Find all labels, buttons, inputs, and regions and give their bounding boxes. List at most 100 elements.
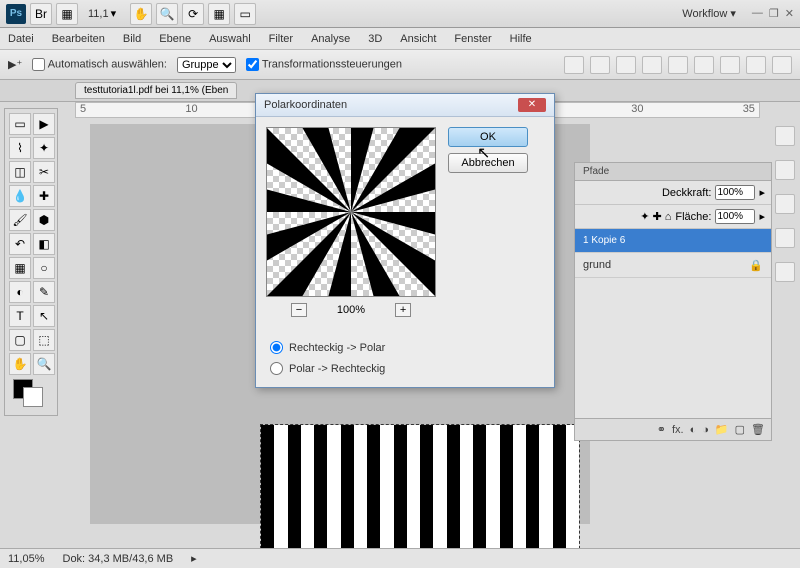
status-zoom[interactable]: 11,05% <box>8 553 45 565</box>
align-icon[interactable] <box>564 56 584 74</box>
trash-icon[interactable]: 🗑 <box>751 423 765 436</box>
screen-mode-icon[interactable]: ▭ <box>234 3 256 25</box>
marquee-tool[interactable]: ▭ <box>9 113 31 135</box>
eyedropper-tool[interactable]: 💧 <box>9 185 31 207</box>
menu-bearbeiten[interactable]: Bearbeiten <box>52 33 105 45</box>
layer-item-selected[interactable]: 1 Kopie 6 <box>575 229 771 253</box>
menu-hilfe[interactable]: Hilfe <box>510 33 532 45</box>
dialog-title-text: Polarkoordinaten <box>264 99 347 111</box>
close-icon[interactable]: ✕ <box>785 7 794 20</box>
photoshop-app-icon[interactable]: Ps <box>6 4 26 24</box>
menu-filter[interactable]: Filter <box>269 33 293 45</box>
menubar: Datei Bearbeiten Bild Ebene Auswahl Filt… <box>0 28 800 50</box>
align-icon[interactable] <box>590 56 610 74</box>
zoom-out-button[interactable]: − <box>291 303 307 317</box>
panel-footer: ⚭ fx. ◐ ◑ 📁 ▢ 🗑 <box>575 418 771 440</box>
zoom-tool[interactable]: 🔍 <box>33 353 55 375</box>
bridge-button[interactable]: Br <box>30 3 52 25</box>
titlebar: Ps Br ▦ 11,1 ▾ ✋ 🔍 ⟳ ▦ ▭ Workflow ▾ — ❐ … <box>0 0 800 28</box>
fx-icon[interactable]: fx. <box>672 424 684 436</box>
lasso-tool[interactable]: ⌇ <box>9 137 31 159</box>
heal-tool[interactable]: ✚ <box>33 185 55 207</box>
layers-panel: Pfade Deckkraft: ▸ ✦ ✚ ⌂ Fläche: ▸ 1 Kop… <box>574 162 772 441</box>
menu-analyse[interactable]: Analyse <box>311 33 350 45</box>
ok-button[interactable]: OK <box>448 127 528 147</box>
folder-icon[interactable]: 📁 <box>715 423 729 436</box>
cancel-button[interactable]: Abbrechen <box>448 153 528 173</box>
align-icon[interactable] <box>694 56 714 74</box>
panel-icon[interactable] <box>775 262 795 282</box>
radio-rect-to-polar[interactable]: Rechteckig -> Polar <box>270 341 540 354</box>
align-buttons <box>564 56 792 74</box>
move-tool[interactable]: ▶ <box>33 113 55 135</box>
crop-tool[interactable]: ◫ <box>9 161 31 183</box>
collapsed-panels <box>775 126 797 282</box>
menu-fenster[interactable]: Fenster <box>454 33 491 45</box>
path-tool[interactable]: ↖ <box>33 305 55 327</box>
transform-checkbox[interactable]: Transformationssteuerungen <box>246 58 402 71</box>
rotate-icon[interactable]: ⟳ <box>182 3 204 25</box>
dialog-close-icon[interactable]: ✕ <box>518 98 546 112</box>
menu-bild[interactable]: Bild <box>123 33 141 45</box>
auto-select-dropdown[interactable]: Gruppe <box>177 57 236 73</box>
type-tool[interactable]: T <box>9 305 31 327</box>
hand-tool[interactable]: ✋ <box>9 353 31 375</box>
panel-icon[interactable] <box>775 228 795 248</box>
stamp-tool[interactable]: ⬢ <box>33 209 55 231</box>
align-icon[interactable] <box>668 56 688 74</box>
panel-icon[interactable] <box>775 126 795 146</box>
brush-tool[interactable]: 🖌 <box>9 209 31 231</box>
layer-item[interactable]: grund🔒 <box>575 253 771 278</box>
menu-ebene[interactable]: Ebene <box>159 33 191 45</box>
tab-paths[interactable]: Pfade <box>575 163 617 180</box>
new-icon[interactable]: ▢ <box>735 423 745 436</box>
shape-tool[interactable]: ▢ <box>9 329 31 351</box>
dialog-titlebar[interactable]: Polarkoordinaten ✕ <box>256 94 554 117</box>
filter-preview[interactable] <box>266 127 436 297</box>
link-icon[interactable]: ⚭ <box>657 423 666 436</box>
toolbox: ▭▶ ⌇✦ ◫✂ 💧✚ 🖌⬢ ↶◧ ▦○ ◐✎ T↖ ▢⬚ ✋🔍 <box>4 108 58 416</box>
preview-zoom: 100% <box>337 304 365 316</box>
restore-icon[interactable]: ❐ <box>769 7 779 20</box>
menu-3d[interactable]: 3D <box>368 33 382 45</box>
fill-input[interactable] <box>715 209 755 224</box>
adjust-icon[interactable]: ◑ <box>702 424 709 436</box>
menu-ansicht[interactable]: Ansicht <box>400 33 436 45</box>
statusbar: 11,05% Dok: 34,3 MB/43,6 MB ▸ <box>0 548 800 568</box>
blur-tool[interactable]: ○ <box>33 257 55 279</box>
align-icon[interactable] <box>642 56 662 74</box>
align-icon[interactable] <box>616 56 636 74</box>
polar-coordinates-dialog: Polarkoordinaten ✕ − 100% + OK <box>255 93 555 388</box>
menu-datei[interactable]: Datei <box>8 33 34 45</box>
zoom-in-button[interactable]: + <box>395 303 411 317</box>
slice-tool[interactable]: ✂ <box>33 161 55 183</box>
move-tool-icon[interactable]: ▶⁺ <box>8 58 22 71</box>
pen-tool[interactable]: ✎ <box>33 281 55 303</box>
history-tool[interactable]: ↶ <box>9 233 31 255</box>
panel-icon[interactable] <box>775 194 795 214</box>
color-swatches[interactable] <box>9 377 55 411</box>
zoom-tool-icon[interactable]: 🔍 <box>156 3 178 25</box>
align-icon[interactable] <box>746 56 766 74</box>
opacity-label: Deckkraft: <box>662 187 712 199</box>
arrange-icon[interactable]: ▦ <box>208 3 230 25</box>
align-icon[interactable] <box>720 56 740 74</box>
panel-icon[interactable] <box>775 160 795 180</box>
workspace-selector[interactable]: Workflow ▾ <box>674 3 744 24</box>
options-bar: ▶⁺ Automatisch auswählen: Gruppe Transfo… <box>0 50 800 80</box>
wand-tool[interactable]: ✦ <box>33 137 55 159</box>
auto-select-checkbox[interactable]: Automatisch auswählen: <box>32 58 167 71</box>
mask-icon[interactable]: ◐ <box>690 424 697 436</box>
radio-polar-to-rect[interactable]: Polar -> Rechteckig <box>270 362 540 375</box>
hand-tool-icon[interactable]: ✋ <box>130 3 152 25</box>
eraser-tool[interactable]: ◧ <box>33 233 55 255</box>
opacity-input[interactable] <box>715 185 755 200</box>
menu-auswahl[interactable]: Auswahl <box>209 33 251 45</box>
dodge-tool[interactable]: ◐ <box>9 281 31 303</box>
document-tab[interactable]: testtutoria1l.pdf bei 11,1% (Eben <box>75 82 237 99</box>
minimize-icon[interactable]: — <box>752 7 763 20</box>
film-button[interactable]: ▦ <box>56 3 78 25</box>
align-icon[interactable] <box>772 56 792 74</box>
3d-tool[interactable]: ⬚ <box>33 329 55 351</box>
gradient-tool[interactable]: ▦ <box>9 257 31 279</box>
